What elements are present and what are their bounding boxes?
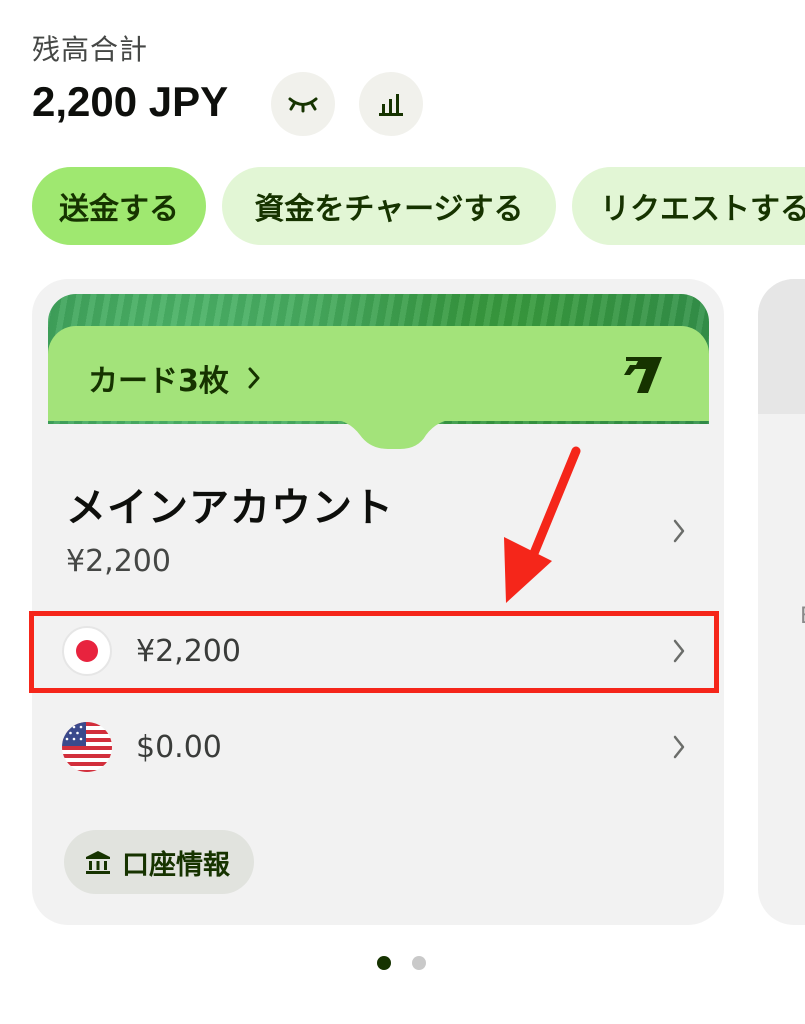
- balance-label: 残高合計: [32, 33, 149, 66]
- chevron-right-icon: [248, 367, 260, 389]
- next-card-peek[interactable]: B: [758, 279, 805, 925]
- bank-icon: [86, 851, 110, 874]
- insights-button[interactable]: [359, 72, 423, 136]
- chevron-right-icon[interactable]: [672, 518, 686, 544]
- account-title: メインアカウント: [66, 485, 394, 531]
- chevron-right-icon: [673, 735, 685, 759]
- pager-dot-active[interactable]: [377, 956, 391, 970]
- add-money-button[interactable]: 資金をチャージする: [222, 167, 556, 245]
- balance-amount: 2,200 JPY: [32, 78, 229, 125]
- eye-closed-icon: [288, 97, 318, 113]
- card-tab-notch: [48, 419, 709, 449]
- account-details-label: 口座情報: [122, 849, 230, 881]
- wise-home-screen: 残高合計 2,200 JPY 送金する 資金をチャージする リクエストする カー…: [0, 0, 805, 1024]
- main-account-card[interactable]: カード3枚 メインアカウント ¥2,200 ¥2,200 $0.00 口座情報: [32, 279, 724, 925]
- balance-row-usd[interactable]: $0.00: [32, 707, 724, 787]
- pager-dot[interactable]: [412, 956, 426, 970]
- send-button[interactable]: 送金する: [32, 167, 206, 245]
- hide-balance-button[interactable]: [271, 72, 335, 136]
- cards-link-label: カード3枚: [88, 364, 229, 399]
- annotation-highlight-box: [29, 611, 719, 693]
- request-button[interactable]: リクエストする: [572, 167, 805, 245]
- cards-link[interactable]: カード3枚: [88, 356, 261, 400]
- bar-chart-icon: [379, 94, 403, 116]
- next-card-clipped-text: B: [800, 604, 805, 629]
- next-card-header: [758, 279, 805, 414]
- us-flag-icon: [62, 722, 112, 772]
- balance-amount-usd: $0.00: [136, 729, 222, 765]
- account-details-button[interactable]: 口座情報: [64, 830, 254, 894]
- account-total: ¥2,200: [66, 544, 171, 579]
- annotation-arrow-icon: [504, 446, 581, 603]
- wise-logo-icon: [624, 357, 662, 393]
